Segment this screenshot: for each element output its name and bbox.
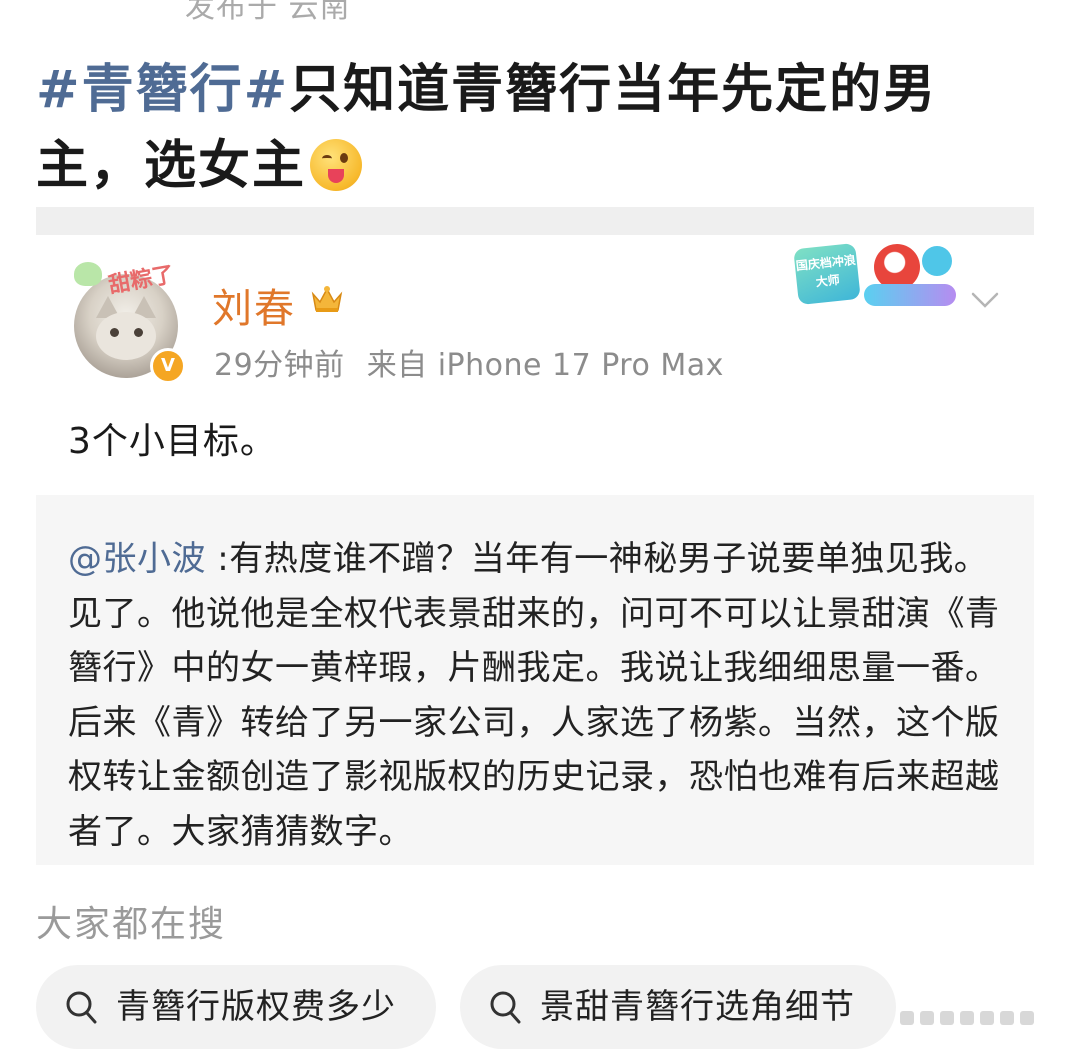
post-source: 来自 iPhone 17 Pro Max (366, 348, 724, 383)
search-icon (490, 991, 521, 1024)
author-name[interactable]: 刘春 (212, 276, 296, 334)
post-body: 3个小目标。 (68, 421, 277, 462)
retweet-text: @张小波 :有热度谁不蹭？当年有一神秘男子说要单独见我。见了。他说他是全权代表景… (68, 532, 1008, 859)
avatar[interactable]: 甜粽了 V (74, 262, 186, 384)
search-suggestion-pill[interactable]: 景甜青簪行选角细节 (460, 965, 896, 1049)
section-divider (36, 207, 1034, 235)
post-title: #青簪行#只知道青簪行当年先定的男主，选女主 (36, 52, 1036, 204)
event-badge-tag: 国庆档冲浪大师 (793, 242, 861, 306)
post-meta: 29分钟前 来自 iPhone 17 Pro Max (214, 340, 724, 384)
watermark-decoration (900, 1010, 1060, 1040)
search-icon (66, 991, 97, 1024)
hashtag-link[interactable]: #青簪行# (36, 60, 289, 120)
mention-link[interactable]: @张小波 (68, 539, 206, 579)
post-time: 29分钟前 (214, 348, 345, 383)
verified-badge-icon: V (150, 348, 186, 384)
chevron-down-icon[interactable] (970, 290, 1000, 310)
event-badge[interactable]: 国庆档冲浪大师 (793, 240, 964, 316)
search-suggestion-label: 青簪行版权费多少 (116, 987, 396, 1027)
search-suggestion-pill[interactable]: 青簪行版权费多少 (36, 965, 436, 1049)
retweet-body: :有热度谁不蹭？当年有一神秘男子说要单独见我。见了。他说他是全权代表景甜来的，问… (68, 539, 1000, 852)
mascot-secondary-icon (922, 246, 952, 276)
sticker-decoration-icon (74, 262, 102, 286)
trending-search-heading: 大家都在搜 (36, 904, 227, 945)
top-clipped-text: 发布于 云南 (185, 0, 351, 25)
tongue-emoji-icon (310, 139, 363, 191)
badge-base-decoration (864, 284, 956, 306)
search-suggestion-label: 景甜青簪行选角细节 (540, 987, 855, 1027)
crown-icon (311, 286, 343, 312)
